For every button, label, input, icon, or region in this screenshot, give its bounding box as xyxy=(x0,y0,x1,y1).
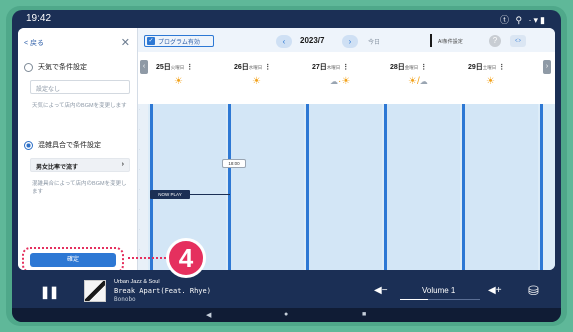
confirm-button[interactable]: 確定 xyxy=(30,253,116,267)
sidebar-header: < 戻る ✕ xyxy=(24,36,132,50)
cloud-sun-icon: ☁·☀ xyxy=(330,76,351,87)
app-window: < 戻る ✕ 天気で条件設定 設定なし 天気によって店内のBGMを変更します 混… xyxy=(18,28,555,270)
volume-label: Volume 1 xyxy=(422,286,456,295)
volume-fill xyxy=(400,299,428,300)
back-icon[interactable]: ◀ xyxy=(206,311,211,319)
day-date: 27日木曜日 ⋮ xyxy=(312,64,350,71)
weather-option-label: 天気で条件設定 xyxy=(38,64,87,71)
current-month: 2023/7 xyxy=(300,36,325,45)
day-date: 25日火曜日 ⋮ xyxy=(156,64,194,71)
program-bar[interactable] xyxy=(384,104,387,270)
time-axis: · · · · · · · · xyxy=(138,104,148,270)
program-bar[interactable] xyxy=(540,104,543,270)
day-date: 28日金曜日 ⋮ xyxy=(390,64,428,71)
weather-radio[interactable] xyxy=(24,62,33,72)
track-artist: Bonobo xyxy=(114,296,136,303)
album-art xyxy=(84,280,106,302)
now-play-tag: NOW PLAY xyxy=(150,190,190,199)
day-date: 26日水曜日 ⋮ xyxy=(234,64,272,71)
weather-hint: 天気によって店内のBGMを変更します xyxy=(32,103,127,109)
help-icon[interactable]: ? xyxy=(489,35,501,47)
program-bar[interactable] xyxy=(462,104,465,270)
crowd-option[interactable]: 混雑具合で条件設定 xyxy=(24,138,134,152)
condition-sidebar: < 戻る ✕ 天気で条件設定 設定なし 天気によって店内のBGMを変更します 混… xyxy=(18,28,138,270)
pause-icon[interactable]: ❚❚ xyxy=(40,285,59,299)
status-time: 19:42 xyxy=(26,13,52,24)
step-connector xyxy=(128,257,166,260)
day-column[interactable] xyxy=(230,104,304,270)
sun-icon: ☀ xyxy=(174,76,183,87)
step-badge: 4 xyxy=(166,238,206,278)
calendar-toolbar: ✓ プログラム有効 ‹ 2023/7 › 今日 AI条件設定 ? ‹:› xyxy=(138,28,555,52)
program-toggle[interactable]: ✓ プログラム有効 xyxy=(144,35,214,47)
ai-condition-label[interactable]: AI条件設定 xyxy=(438,38,463,45)
day-column-header[interactable]: 26日水曜日 ⋮ ☀ xyxy=(226,62,304,100)
share-icon[interactable]: ‹:› xyxy=(510,35,526,47)
program-bar[interactable] xyxy=(228,104,231,270)
day-header: ‹ 25日火曜日 ⋮ ☀ 26日水曜日 ⋮ ☀ 27日木曜日 ⋮ ☁·☀ 28日… xyxy=(138,52,555,104)
program-bar[interactable] xyxy=(306,104,309,270)
status-icons: ⓣ ⚲ ·▾▮ xyxy=(499,15,547,25)
crowd-hint: 混雑具合によって店内のBGMを変更します xyxy=(32,181,127,195)
program-bar[interactable] xyxy=(150,104,153,270)
track-title: Break Apart(Feat. Rhye) xyxy=(114,287,211,295)
today-button[interactable]: 今日 xyxy=(368,37,380,46)
crowd-radio[interactable] xyxy=(24,140,33,150)
tablet-frame: 19:42 ⓣ ⚲ ·▾▮ < 戻る ✕ 天気で条件設定 設定なし 天気によって… xyxy=(6,6,567,326)
day-column[interactable] xyxy=(386,104,460,270)
sun-icon: ☀ xyxy=(486,76,495,87)
status-bar: 19:42 ⓣ ⚲ ·▾▮ xyxy=(12,10,561,28)
prev-week-icon[interactable]: ‹ xyxy=(140,60,148,74)
volume-slider[interactable] xyxy=(400,299,480,300)
now-indicator-line xyxy=(190,194,230,195)
tablet-screen: 19:42 ⓣ ⚲ ·▾▮ < 戻る ✕ 天気で条件設定 設定なし 天気によって… xyxy=(12,10,561,322)
volume-up-icon[interactable]: ◀+ xyxy=(488,285,502,296)
volume-down-icon[interactable]: ◀− xyxy=(374,285,388,296)
day-column[interactable] xyxy=(308,104,382,270)
confirm-highlight: 確定 xyxy=(22,247,124,270)
sun-cloud-icon: ☀/☁ xyxy=(408,76,428,87)
next-month-button[interactable]: › xyxy=(342,35,358,48)
day-column[interactable] xyxy=(464,104,538,270)
crowd-option-label: 混雑具合で条件設定 xyxy=(38,142,101,149)
recent-apps-icon[interactable]: ■ xyxy=(362,311,366,318)
checkbox-icon: ✓ xyxy=(147,37,155,45)
weather-option[interactable]: 天気で条件設定 xyxy=(24,60,134,74)
chevron-right-icon: › xyxy=(121,161,124,168)
day-column-header[interactable]: 25日火曜日 ⋮ ☀ xyxy=(148,62,226,100)
home-icon[interactable]: ● xyxy=(284,311,288,318)
disc-icon[interactable]: ⛁ xyxy=(528,283,539,299)
next-week-icon[interactable]: › xyxy=(543,60,551,74)
sun-icon: ☀ xyxy=(252,76,261,87)
weather-select-value: 設定なし xyxy=(36,87,61,93)
back-link[interactable]: < 戻る xyxy=(24,40,44,47)
crowd-select-value: 男女比率で流す xyxy=(36,165,79,171)
time-pill: 18:00 xyxy=(222,159,246,168)
day-column-header[interactable]: 27日木曜日 ⋮ ☁·☀ xyxy=(304,62,382,100)
close-icon[interactable]: ✕ xyxy=(121,36,130,49)
system-nav-bar: ◀ ● ■ xyxy=(12,308,561,322)
crowd-select[interactable]: 男女比率で流す › xyxy=(30,158,130,172)
day-column-header[interactable]: 29日土曜日 ⋮ ☀ xyxy=(460,62,538,100)
prev-month-button[interactable]: ‹ xyxy=(276,35,292,48)
program-toggle-label: プログラム有効 xyxy=(158,39,200,46)
day-date: 29日土曜日 ⋮ xyxy=(468,64,506,71)
player-bar: ❚❚ Urban Jazz & Soul Break Apart(Feat. R… xyxy=(12,274,561,308)
day-column-header[interactable]: 28日金曜日 ⋮ ☀/☁ xyxy=(382,62,460,100)
weather-select[interactable]: 設定なし xyxy=(30,80,130,94)
toolbar-divider xyxy=(430,34,432,47)
channel-name: Urban Jazz & Soul xyxy=(114,279,160,285)
